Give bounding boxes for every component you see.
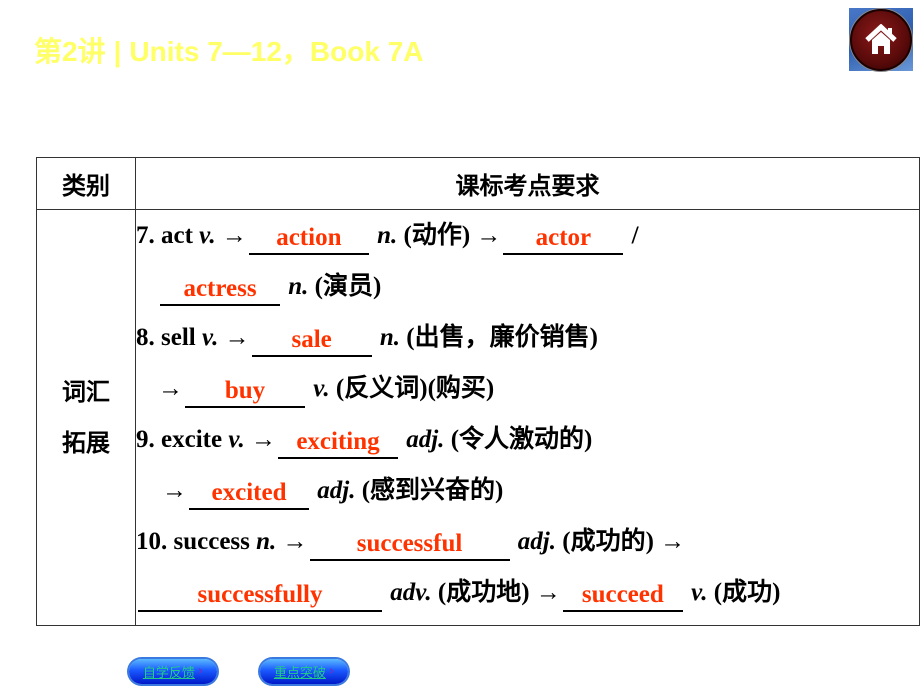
list-item: 10. success n. → successful adj. (成功的) →	[136, 516, 919, 567]
title-separator: |	[113, 36, 122, 67]
chevron-right-icon: ›	[328, 664, 335, 679]
list-item: 7. act v. → action n. (动作) → actor /	[136, 210, 919, 261]
home-icon	[850, 8, 912, 71]
chevron-right-icon: ›	[197, 664, 204, 679]
lecture-number: 第2讲	[34, 36, 106, 67]
self-study-feedback-button[interactable]: 自学反馈 ›	[129, 659, 217, 684]
answer-blank: exciting	[277, 427, 398, 459]
list-item: successfully adv. (成功地) → succeed v. (成功)	[136, 567, 919, 618]
list-item: → excited adj. (感到兴奋的)	[136, 465, 919, 516]
answer-blank: actress	[160, 274, 280, 306]
table-header-row: 类别 课标考点要求	[36, 157, 920, 210]
answer-blank: sale	[251, 325, 372, 357]
vocabulary-table: 类别 课标考点要求 词汇 拓展 7. act v. → action n. (动作…	[36, 157, 920, 626]
header-requirements: 课标考点要求	[135, 157, 920, 210]
key-points-button[interactable]: 重点突破 ›	[260, 659, 348, 684]
answer-blank: successfully	[138, 580, 382, 612]
answer-blank: buy	[185, 376, 305, 408]
page-title: 第2讲 | Units 7—12，Book 7A	[34, 30, 424, 70]
requirements-cell: 7. act v. → action n. (动作) → actor / actre…	[135, 209, 920, 626]
header-category: 类别	[36, 157, 136, 210]
answer-blank: action	[248, 223, 369, 255]
category-line-1: 词汇	[62, 377, 110, 406]
title-subtitle: Units 7—12，Book 7A	[129, 36, 424, 67]
category-line-2: 拓展	[62, 428, 110, 457]
list-item: actress n. (演员)	[136, 261, 919, 312]
answer-blank: actor	[503, 223, 624, 255]
home-button[interactable]	[849, 8, 913, 71]
list-item: 9. excite v. → exciting adj. (令人激动的)	[136, 414, 919, 465]
answer-blank: successful	[309, 529, 510, 561]
list-item: → buy v. (反义词)(购买)	[136, 363, 919, 414]
table-row: 词汇 拓展 7. act v. → action n. (动作) → actor /…	[36, 209, 920, 626]
category-cell: 词汇 拓展	[36, 209, 136, 626]
list-item: 8. sell v. → sale n. (出售，廉价销售)	[136, 312, 919, 363]
answer-blank: succeed	[562, 580, 683, 612]
answer-blank: excited	[189, 478, 309, 510]
